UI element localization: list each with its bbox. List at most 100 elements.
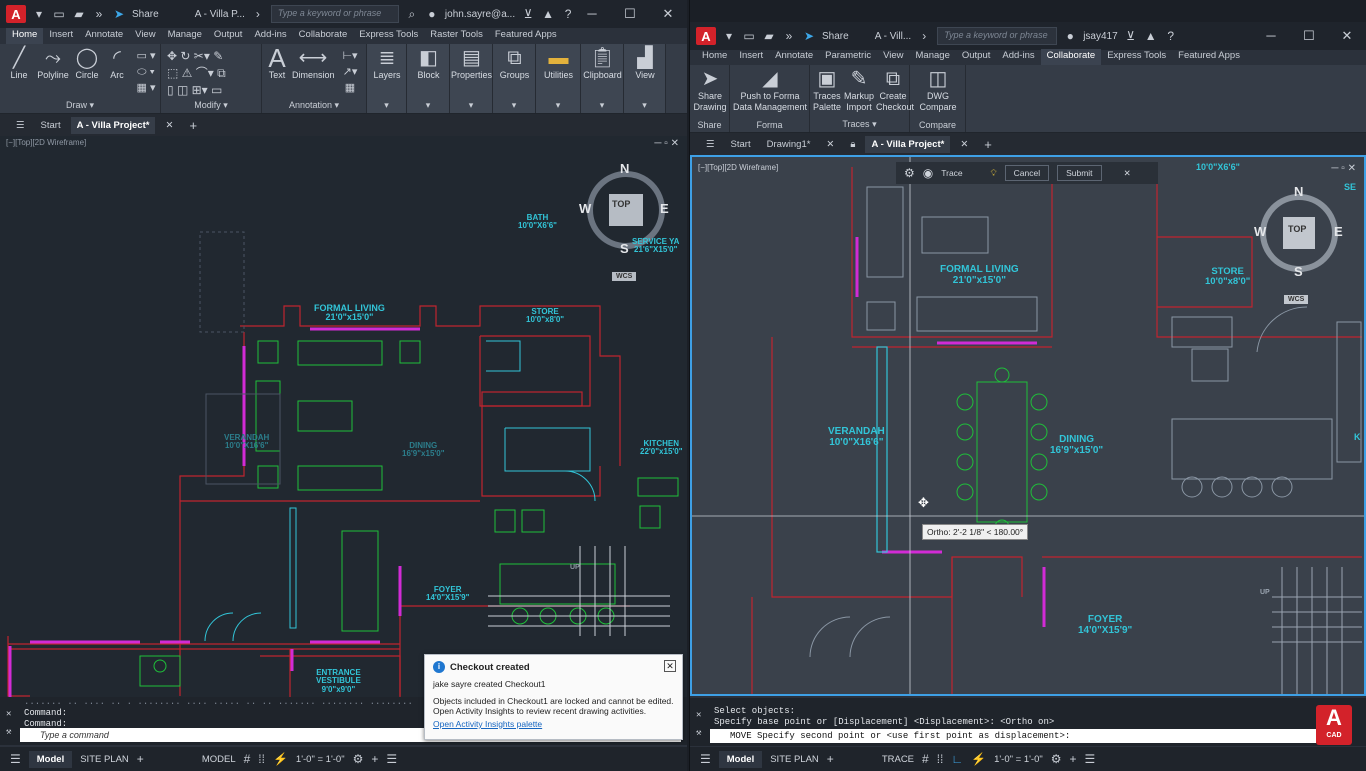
dropdown-arrow-icon[interactable]: ▾	[32, 7, 46, 21]
help-icon[interactable]: ?	[1164, 29, 1178, 43]
ribbon-tab-express-tools[interactable]: Express Tools	[1101, 49, 1172, 65]
line-tool[interactable]: ╱ Line	[4, 46, 34, 80]
snap-icon[interactable]: ⁞⁞	[937, 752, 944, 766]
new-file-icon[interactable]: ▭	[742, 29, 756, 43]
command-input[interactable]: MOVE Specify second point or <use first …	[710, 729, 1316, 743]
autodesk-icon[interactable]: ▲	[541, 7, 555, 21]
ribbon-tab-annotate[interactable]: Annotate	[769, 49, 819, 65]
new-tab-icon[interactable]: +	[978, 134, 998, 155]
viewcube-west[interactable]: W	[1254, 225, 1266, 239]
user-name[interactable]: john.sayre@a...	[445, 9, 515, 20]
search-input[interactable]: Type a keyword or phrase	[270, 5, 399, 23]
minimize-icon[interactable]: ─	[1252, 22, 1290, 50]
viewcube-east[interactable]: E	[1334, 225, 1343, 239]
grid-icon[interactable]: #	[244, 752, 251, 766]
menu-icon[interactable]: ☰	[10, 752, 21, 766]
tab-villa-project[interactable]: A - Villa Project*	[70, 116, 156, 134]
block-tool[interactable]: ◧ Block	[407, 46, 450, 80]
ribbon-tab-collaborate[interactable]: Collaborate	[293, 28, 354, 44]
open-folder-icon[interactable]: ▰	[72, 7, 86, 21]
clipboard-tool[interactable]: 📋︎ Clipboard	[581, 46, 624, 80]
ribbon-tab-manage[interactable]: Manage	[162, 28, 208, 44]
trace-space-toggle[interactable]: TRACE	[882, 754, 914, 765]
groups-tool[interactable]: ⧉ Groups	[493, 46, 536, 80]
ribbon-tab-add-ins[interactable]: Add-ins	[248, 28, 292, 44]
share-button[interactable]: Share	[132, 9, 159, 20]
ribbon-tab-insert[interactable]: Insert	[733, 49, 769, 65]
user-icon[interactable]: ●	[425, 7, 439, 21]
push-to-forma-tool[interactable]: ◢ Push to Forma Data Management	[730, 67, 810, 113]
trace-cancel-button[interactable]: Cancel	[1004, 165, 1050, 181]
right-drawing-canvas[interactable]: [−][Top][2D Wireframe] ─ ▫ ✕ TOP N S E W…	[690, 155, 1366, 696]
arc-tool[interactable]: ◜ Arc	[104, 46, 130, 80]
ribbon-tab-parametric[interactable]: Parametric	[819, 49, 877, 65]
tab-start[interactable]: Start	[35, 117, 67, 134]
ribbon-tab-featured-apps[interactable]: Featured Apps	[489, 28, 563, 44]
open-folder-icon[interactable]: ▰	[762, 29, 776, 43]
tab-close-icon[interactable]: ✕	[159, 117, 179, 134]
workspace-gear-icon[interactable]: ⚙	[1051, 752, 1062, 766]
model-tab[interactable]: Model	[718, 750, 763, 768]
ribbon-tab-raster-tools[interactable]: Raster Tools	[424, 28, 489, 44]
properties-tool[interactable]: ▤ Properties	[450, 46, 493, 80]
viewcube-top[interactable]: TOP	[612, 199, 630, 209]
autocad-app-icon[interactable]: A	[696, 27, 716, 45]
user-name[interactable]: jsay417	[1083, 31, 1117, 42]
cart-icon[interactable]: ⊻	[1124, 29, 1138, 43]
notification-close-icon[interactable]: ✕	[664, 660, 676, 672]
traces-palette-tool[interactable]: ▣ Traces Palette	[812, 67, 842, 113]
ribbon-tab-home[interactable]: Home	[6, 28, 44, 44]
dropdown-arrow-icon[interactable]: ▾	[722, 29, 736, 43]
new-tab-icon[interactable]: +	[183, 115, 203, 136]
ribbon-tab-annotate[interactable]: Annotate	[79, 28, 129, 44]
annotation-scale[interactable]: 1'-0" = 1'-0"	[994, 754, 1043, 765]
annotation-small-tools[interactable]: ⊢▾ ↗▾ ▦	[338, 48, 362, 96]
autodesk-icon[interactable]: ▲	[1144, 29, 1158, 43]
tab-drawing1[interactable]: Drawing1*	[761, 136, 817, 153]
workspace-gear-icon[interactable]: ⚙	[353, 752, 364, 766]
draw-small-tools[interactable]: ▭ ▾ ⬭ ▾ ▦ ▾	[134, 48, 158, 96]
cart-icon[interactable]: ⊻	[521, 7, 535, 21]
view-tool[interactable]: ▟ View	[624, 46, 666, 80]
layers-expand[interactable]: ▾	[367, 100, 406, 111]
command-wrench-icon[interactable]: ⚒	[6, 727, 11, 737]
menu-icon[interactable]: ☰	[700, 752, 711, 766]
tab-start[interactable]: Start	[725, 136, 757, 153]
command-close-icon[interactable]: ✕	[6, 709, 11, 719]
markup-import-tool[interactable]: ✎ Markup Import	[844, 67, 874, 113]
wcs-button[interactable]: WCS	[612, 272, 637, 282]
text-tool[interactable]: A Text	[266, 45, 288, 80]
ribbon-tab-insert[interactable]: Insert	[43, 28, 79, 44]
viewcube-north[interactable]: N	[620, 162, 629, 176]
clipboard-expand[interactable]: ▾	[581, 100, 623, 111]
annotation-scale-icon[interactable]: ⚡	[971, 752, 986, 766]
ribbon-tab-output[interactable]: Output	[956, 49, 997, 65]
close-icon[interactable]: ✕	[649, 0, 687, 28]
model-space-toggle[interactable]: MODEL	[202, 754, 236, 765]
menu-icon[interactable]: ☰	[700, 136, 721, 153]
share-drawing-tool[interactable]: ➤ Share Drawing	[690, 67, 730, 113]
minimize-icon[interactable]: ─	[573, 0, 611, 28]
share-icon[interactable]: ➤	[802, 29, 816, 43]
ribbon-tab-home[interactable]: Home	[696, 49, 733, 65]
viewcube-south[interactable]: S	[620, 242, 629, 256]
add-layout-icon[interactable]: +	[137, 752, 144, 766]
autocad-app-icon[interactable]: A	[6, 5, 26, 23]
annotation-scale-icon[interactable]: ⚡	[273, 752, 288, 766]
share-button[interactable]: Share	[822, 31, 849, 42]
lightbulb-icon[interactable]: 💡︎	[991, 168, 997, 179]
layers-tool[interactable]: ≣ Layers	[367, 46, 407, 80]
ortho-icon[interactable]: ∟	[951, 752, 963, 766]
viewcube-top[interactable]: TOP	[1288, 224, 1306, 234]
left-drawing-canvas[interactable]: [−][Top][2D Wireframe] ─ ▫ ✕ TOP N S E W…	[0, 136, 687, 697]
command-close-icon[interactable]: ✕	[696, 710, 701, 720]
maximize-icon[interactable]: ☐	[1290, 22, 1328, 50]
annotation-scale[interactable]: 1'-0" = 1'-0"	[296, 754, 345, 765]
ribbon-tab-add-ins[interactable]: Add-ins	[996, 49, 1040, 65]
tab-villa-project[interactable]: A - Villa Project*	[865, 135, 951, 153]
layout-tab-site-plan[interactable]: SITE PLAN	[770, 754, 819, 765]
dimension-tool[interactable]: ⟷ Dimension	[292, 46, 335, 80]
create-checkout-tool[interactable]: ⧉ Create Checkout	[876, 67, 914, 113]
viewcube-west[interactable]: W	[579, 202, 591, 216]
modify-group-label[interactable]: Modify ▾	[161, 100, 261, 111]
